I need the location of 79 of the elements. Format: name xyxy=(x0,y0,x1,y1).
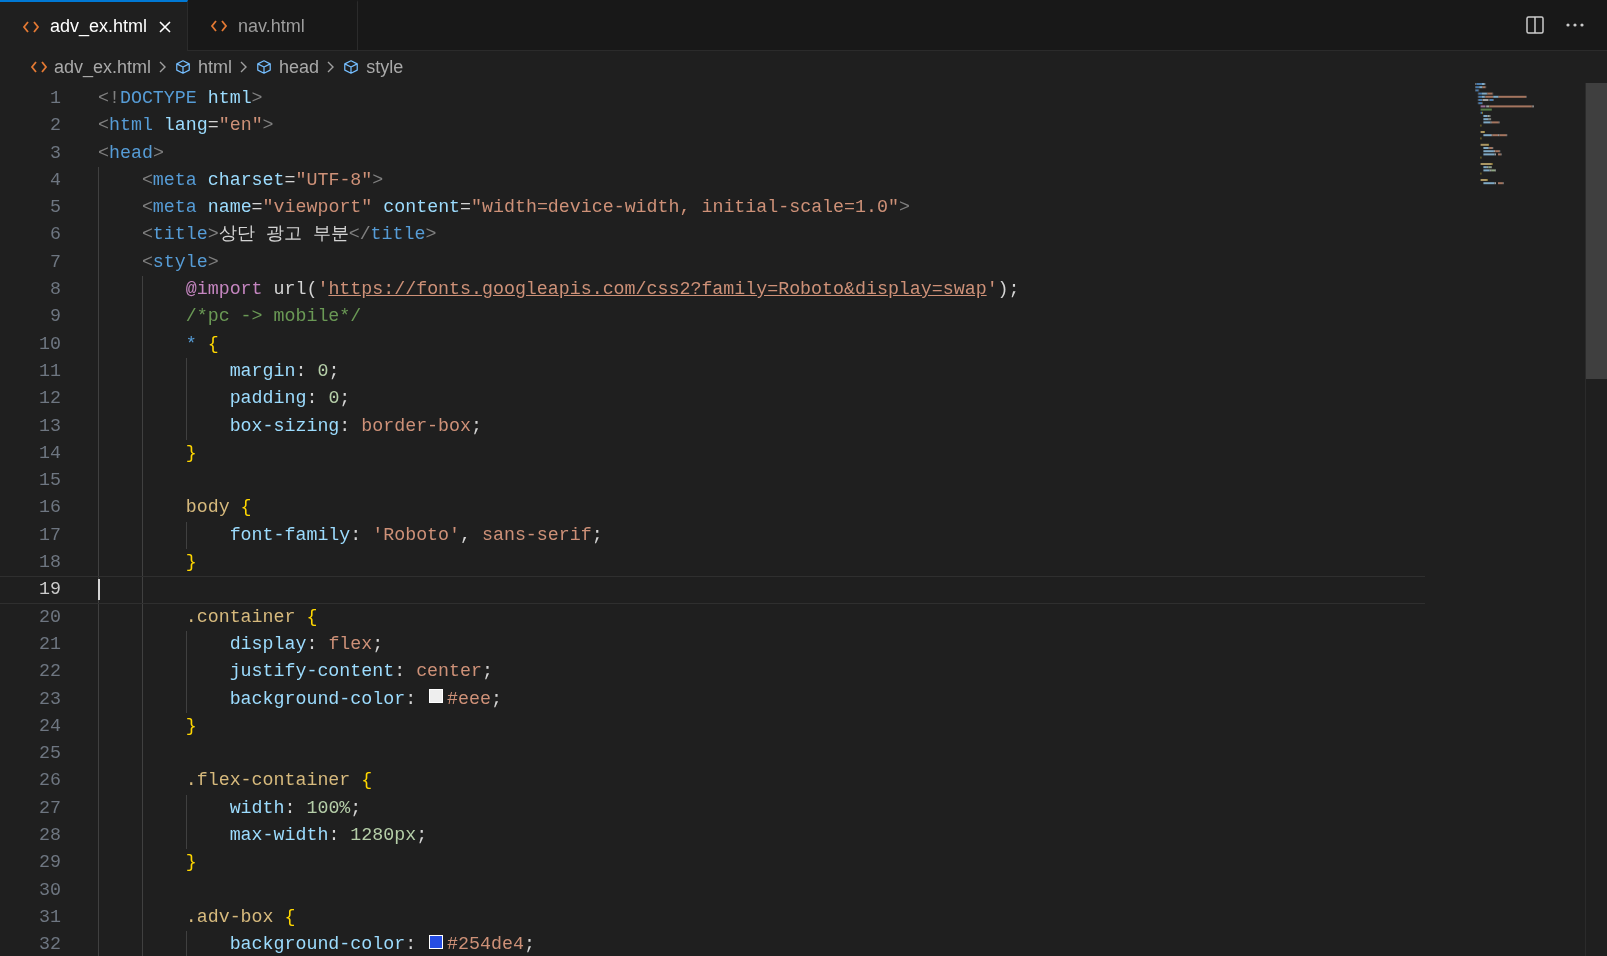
line-number: 7 xyxy=(49,250,61,274)
line-number: 10 xyxy=(38,332,61,356)
code-text: display: flex; xyxy=(229,632,384,656)
line-number: 3 xyxy=(49,141,61,165)
code-text: } xyxy=(185,851,197,875)
line-number: 25 xyxy=(38,742,61,766)
line-number: 30 xyxy=(38,878,61,902)
line-number: 19 xyxy=(38,578,61,602)
code-text: } xyxy=(185,441,197,465)
code-text: body { xyxy=(185,496,252,520)
color-swatch-icon[interactable] xyxy=(429,934,444,949)
code-text: width: 100%; xyxy=(229,796,362,820)
line-number: 8 xyxy=(49,278,61,302)
line-number: 17 xyxy=(38,523,61,547)
line-number: 22 xyxy=(38,660,61,684)
line-number: 11 xyxy=(38,359,61,383)
line-number: 31 xyxy=(38,905,61,929)
line-number: 5 xyxy=(49,196,61,220)
line-number: 6 xyxy=(49,223,61,247)
editor-tab[interactable]: adv_ex.html xyxy=(0,0,189,51)
code-text: <title>상단 광고 부분</title> xyxy=(141,223,437,247)
code-text: <style> xyxy=(141,250,219,274)
split-editor-icon[interactable] xyxy=(1525,15,1545,35)
line-number: 4 xyxy=(49,168,61,192)
breadcrumb-item[interactable]: html xyxy=(174,56,233,78)
code-text: <head> xyxy=(98,141,164,165)
code-text: #eee; xyxy=(447,687,502,711)
html-file-icon xyxy=(30,59,48,75)
line-number: 14 xyxy=(38,441,61,465)
code-text: #254de4; xyxy=(447,933,535,956)
code-text: justify-content: center; xyxy=(229,660,493,684)
code-text: font-family: 'Roboto', sans-serif; xyxy=(229,523,603,547)
code-text: .container { xyxy=(185,605,318,629)
code-text: box-sizing: border-box; xyxy=(229,414,482,438)
html-file-icon xyxy=(210,18,229,34)
code-text: max-width: 1280px; xyxy=(229,824,428,847)
text-cursor xyxy=(98,579,100,601)
line-number: 28 xyxy=(38,824,61,847)
more-actions-icon[interactable] xyxy=(1565,22,1585,28)
breadcrumb-item[interactable]: adv_ex.html xyxy=(30,56,152,78)
cube-icon xyxy=(342,59,361,75)
cube-icon xyxy=(174,59,193,75)
breadcrumb-item[interactable]: head xyxy=(255,56,320,78)
line-number: 16 xyxy=(38,496,61,520)
code-text: /*pc -> mobile*/ xyxy=(185,305,362,329)
code-text: <meta charset="UTF-8"> xyxy=(141,168,384,192)
line-number: 20 xyxy=(38,605,61,629)
line-number: 13 xyxy=(38,414,61,438)
code-text: <html lang="en"> xyxy=(98,114,274,138)
code-text: <!DOCTYPE html> xyxy=(98,87,263,110)
scrollbar-thumb[interactable] xyxy=(1586,83,1607,379)
code-text: padding: 0; xyxy=(229,387,351,411)
line-number: 9 xyxy=(49,305,61,329)
line-number: 18 xyxy=(38,551,61,575)
line-number: 24 xyxy=(38,714,61,738)
line-number: 29 xyxy=(38,851,61,875)
close-icon[interactable] xyxy=(157,18,174,35)
breadcrumb-item[interactable]: style xyxy=(342,56,404,78)
line-number: 32 xyxy=(38,933,61,956)
code-text: background-color: xyxy=(229,933,418,956)
line-number: 1 xyxy=(49,87,61,110)
code-text: margin: 0; xyxy=(229,359,340,383)
line-number: 12 xyxy=(38,387,61,411)
line-number: 2 xyxy=(49,114,61,138)
code-text: background-color: xyxy=(229,687,418,711)
line-number: 15 xyxy=(38,469,61,493)
line-number: 26 xyxy=(38,769,61,793)
color-swatch-icon[interactable] xyxy=(429,689,444,704)
line-number: 23 xyxy=(38,687,61,711)
code-text: .flex-container { xyxy=(185,769,373,793)
code-text: } xyxy=(185,714,197,738)
line-number: 21 xyxy=(38,632,61,656)
code-text: } xyxy=(185,551,197,575)
cube-icon xyxy=(255,59,274,75)
code-text: <meta name="viewport" content="width=device-width, initial-scale=1.0"> xyxy=(141,196,910,220)
code-text: * { xyxy=(185,332,219,356)
code-text: .adv-box { xyxy=(185,905,296,929)
code-text: @import url('https://fonts.googleapis.com/css2?family=Roboto&display=swap'); xyxy=(185,278,1020,302)
line-number: 27 xyxy=(38,796,61,820)
